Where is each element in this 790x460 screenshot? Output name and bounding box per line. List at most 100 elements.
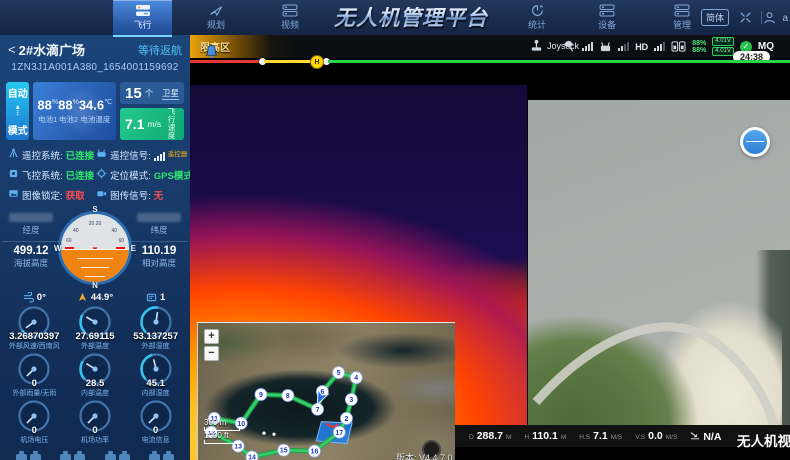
gauge-6: 0机场电压 xyxy=(4,398,65,445)
site-name: 2#水滴广场 xyxy=(19,40,138,59)
tab-stats[interactable]: 统计 xyxy=(512,0,562,35)
status-label: 遥控系统: xyxy=(22,148,63,162)
slider-warning-segment xyxy=(264,60,312,63)
return-status[interactable]: 等待返航 xyxy=(138,42,182,58)
relative-height-label: 相对高度 xyxy=(130,257,188,269)
fc-icon xyxy=(8,168,19,182)
latitude-value-blurred xyxy=(137,213,181,222)
wind-chip: 0° xyxy=(4,291,65,304)
slider-danger-segment xyxy=(190,60,260,63)
satellite-signal-icon xyxy=(562,40,576,53)
battery-icon xyxy=(119,454,130,460)
battery-icon xyxy=(74,454,85,460)
scale-feet: 1000 ft xyxy=(204,431,240,440)
hd-signal-bars xyxy=(654,42,665,51)
rc-signal-bars-icon xyxy=(154,152,165,161)
flight-statusbar: 限高区 Joystick HD 88%88% 4.01V4.01V ✓ MQ 2… xyxy=(190,35,790,58)
devices-tab-icon xyxy=(599,4,615,17)
joystick-icon xyxy=(530,39,543,52)
mode-label-bottom: 模式 xyxy=(8,122,28,137)
gauge-label: 机场电压 xyxy=(4,435,65,445)
mode-label-top: 自动 xyxy=(8,85,28,100)
link-status-grid: 遥控系统:已连接遥控信号:遥控器飞控系统:已连接定位模式:GPS模式图像锁定:获… xyxy=(8,148,184,202)
ground-battery-1 xyxy=(51,449,96,460)
video-signal-icon xyxy=(96,188,107,202)
user-icon[interactable] xyxy=(763,11,776,29)
top-navbar: 飞行 规划 视频 无人机管理平台 统计 设备 管理 简体 xyxy=(0,0,790,35)
waypoint-number: 2 xyxy=(345,416,349,423)
altitude-slider[interactable]: H xyxy=(190,58,790,64)
status-value: GPS模式 xyxy=(154,168,190,182)
status-label: 飞控系统: xyxy=(22,168,63,182)
status-value: 已连接 xyxy=(66,148,95,162)
zoom-in-button[interactable]: + xyxy=(204,329,219,344)
sidebar-header: < 2#水滴广场 等待返航 xyxy=(8,39,182,60)
status-row-1: 遥控信号:遥控器 xyxy=(96,148,190,162)
tab-management[interactable]: 管理 xyxy=(657,0,707,35)
sat-speed-column: 15 个 卫星 7.1 m/s 飞行速度 xyxy=(120,82,184,140)
camera-compass[interactable] xyxy=(740,127,770,157)
map-zoom-controls: + − xyxy=(204,329,219,361)
tab-plan[interactable]: 规划 xyxy=(191,0,241,35)
tab-label: 飞行 xyxy=(133,18,151,31)
gauge-label: 电流信息 xyxy=(125,435,186,445)
satellites-box: 15 个 卫星 xyxy=(120,82,184,104)
status-row-2: 飞控系统:已连接 xyxy=(8,168,94,182)
video-watermark: 无人机视频 xyxy=(737,430,790,450)
mission-map[interactable]: 234567891011121314151617 + − 300 m 1000 … xyxy=(197,322,455,460)
altitude-value: 499.12 xyxy=(2,241,60,257)
satellites-label[interactable]: 卫星 xyxy=(162,87,179,100)
tab-label: 规划 xyxy=(207,18,225,31)
status-value: 获取 xyxy=(66,188,85,202)
flight-mode-tab[interactable]: 自动 ▲⋮ 模式 xyxy=(6,82,29,140)
attitude-section: 经度 499.12 海拔高度 纬度 110.19 相对高度 20 20 40 4… xyxy=(0,207,190,289)
antenna-icon xyxy=(8,148,19,162)
gauge-label: 外部湿度 xyxy=(125,341,186,351)
gauge-label: 外部风速/西南风 xyxy=(4,341,65,351)
compass-n-s: S xyxy=(92,205,97,214)
tab-devices[interactable]: 设备 xyxy=(582,0,632,35)
ground-battery-3 xyxy=(140,449,185,460)
battery-percentages: 88%88% xyxy=(692,40,706,54)
gauge-label: 机场功率 xyxy=(65,435,126,445)
waypoint-number: 13 xyxy=(234,444,242,451)
hd-label: HD xyxy=(635,42,648,52)
gauge-label: 内部温度 xyxy=(65,388,126,398)
rtk-icon xyxy=(146,292,157,303)
waypoint-number: 16 xyxy=(311,449,319,456)
navbar-divider xyxy=(761,11,762,24)
status-label: 图像锁定: xyxy=(22,188,63,202)
scale-meters: 300 m xyxy=(204,418,240,427)
satellite-signal-bars xyxy=(582,42,593,51)
language-button[interactable]: 简体 xyxy=(701,9,729,26)
altitude-label: 海拔高度 xyxy=(2,257,60,269)
stats-tab-icon xyxy=(530,4,545,17)
tab-label: 管理 xyxy=(673,18,691,31)
tab-video[interactable]: 视频 xyxy=(265,0,315,35)
waypoint-number: 4 xyxy=(354,375,358,382)
wind-icon xyxy=(23,292,34,303)
gps-icon xyxy=(96,168,107,182)
aerial-video-feed[interactable] xyxy=(528,63,790,425)
waypoint-number: 8 xyxy=(286,393,290,400)
telemetry-item-H.S: H.S7.1M/S xyxy=(579,430,622,442)
gauge-label: 内部湿度 xyxy=(125,388,186,398)
battery1-stat: 88% 电池1 xyxy=(37,97,58,124)
altitude-handle[interactable]: H xyxy=(310,55,324,69)
fullscreen-toggle-icon[interactable] xyxy=(739,11,752,29)
status-row-0: 遥控系统:已连接 xyxy=(8,148,94,162)
longitude-altitude-column: 经度 499.12 海拔高度 xyxy=(2,213,60,269)
back-button[interactable]: < xyxy=(8,42,16,57)
battery-icon xyxy=(149,454,160,460)
slider-safe-segment xyxy=(328,60,790,63)
zoom-out-button[interactable]: − xyxy=(204,346,219,361)
app-title: 无人机管理平台 xyxy=(326,2,496,32)
gauge-7: 0机场功率 xyxy=(65,398,126,445)
video-tab-icon xyxy=(282,4,298,17)
ground-battery-2 xyxy=(95,449,140,460)
battery-icon xyxy=(60,454,71,460)
drone-serial: 1ZN3J1A001A380_1654001159692 xyxy=(0,62,190,76)
heading-chip: 44.9° xyxy=(65,291,126,304)
waypoint-number: 5 xyxy=(337,370,341,377)
tab-flight[interactable]: 飞行 xyxy=(113,0,172,37)
